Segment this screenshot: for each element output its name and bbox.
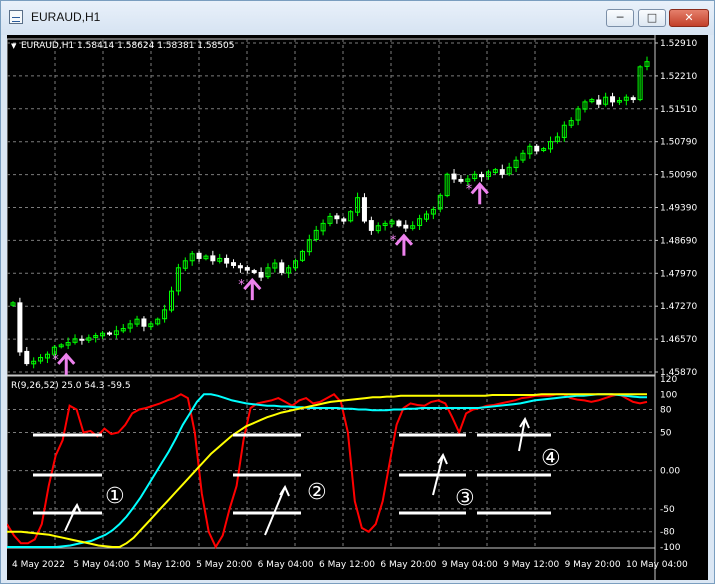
indicator-scale-label: 100	[660, 390, 677, 400]
bear-candle	[17, 302, 23, 353]
main-info: ▼ EURAUD,H1 1.58414 1.58624 1.58381 1.58…	[11, 41, 235, 51]
bear-candle	[341, 218, 347, 222]
bear-candle	[403, 224, 409, 229]
annotation-marker: ③	[455, 486, 475, 511]
indicator-scale-label: 80	[660, 406, 672, 416]
bear-candle	[279, 262, 285, 273]
maximize-button[interactable]: □	[638, 9, 666, 27]
bear-candle	[451, 173, 457, 180]
bear-candle	[596, 99, 602, 105]
indicator-scale-label: 120	[660, 375, 677, 385]
bear-candle	[258, 271, 264, 278]
signal-arrows: * * * *	[52, 182, 489, 375]
price-label: 1.50790	[660, 138, 697, 148]
time-label: 5 May 12:00	[135, 560, 191, 570]
indicator-scale-label: -50	[660, 505, 675, 515]
price-label: 1.52910	[660, 39, 697, 49]
price-label: 1.46570	[660, 335, 697, 345]
time-label: 9 May 04:00	[442, 560, 498, 570]
time-label: 5 May 04:00	[73, 560, 129, 570]
price-label: 1.48690	[660, 236, 697, 246]
indicator-scale-label: 50	[660, 428, 672, 438]
indicator-info: R(9,26,52) 25.0 54.3 -59.5	[11, 381, 131, 391]
bear-candle	[196, 252, 202, 259]
bear-candle	[24, 350, 30, 365]
time-label: 4 May 2022	[12, 560, 65, 570]
annotation-marker: ④	[541, 446, 561, 471]
title-bar[interactable]: EURAUD,H1 ─ □ ✕	[1, 1, 714, 35]
candles	[10, 56, 650, 369]
signal-star-icon: *	[238, 278, 245, 293]
signal-star-icon: *	[52, 353, 59, 368]
bear-candle	[458, 178, 464, 182]
time-label: 6 May 12:00	[319, 560, 375, 570]
indicator-scale-label: -80	[660, 528, 675, 538]
minimize-button[interactable]: ─	[606, 9, 634, 27]
bear-candle	[499, 169, 505, 175]
time-label: 6 May 20:00	[380, 560, 436, 570]
bear-candle	[141, 318, 147, 327]
bear-candle	[237, 265, 243, 269]
bear-candle	[534, 145, 540, 152]
price-label: 1.50090	[660, 171, 697, 181]
bear-candle	[368, 220, 374, 231]
time-axis: 4 May 2022 5 May 04:00 5 May 12:00 5 May 20…	[12, 560, 688, 570]
collapse-triangle-icon[interactable]: ▼	[11, 42, 17, 50]
bear-candle	[231, 262, 237, 266]
bear-candle	[106, 332, 112, 335]
bear-candle	[630, 97, 636, 101]
price-axis: 1.52910 1.52210 1.51510 1.50790 1.50090 1.493…	[655, 39, 697, 378]
price-label: 1.49390	[660, 204, 697, 214]
indicator-axis: 120 100 80 50 0.00 -50 -80 -100	[660, 375, 681, 553]
price-label: 1.47270	[660, 302, 697, 312]
indicator-scale-label: -100	[660, 543, 681, 553]
time-label: 9 May 20:00	[565, 560, 621, 570]
price-label: 1.51510	[660, 105, 697, 115]
time-label: 6 May 04:00	[258, 560, 314, 570]
annotation-marker: ②	[307, 480, 327, 505]
bear-candle	[361, 197, 367, 222]
time-label: 10 May 04:00	[626, 560, 688, 570]
annotations: ① ② ③ ④	[33, 416, 561, 536]
bear-candle	[210, 255, 216, 262]
annotation-arrowhead	[279, 484, 290, 497]
chart-canvas[interactable]: * * * * ① ② ③ ④ ▼ EURAUD,H1 1.58414 1.58624 1.…	[7, 35, 708, 580]
bear-candle	[251, 270, 257, 273]
time-label: 9 May 12:00	[503, 560, 559, 570]
bear-candle	[224, 257, 230, 264]
price-label: 1.52210	[660, 72, 697, 82]
signal-star-icon: *	[390, 234, 397, 249]
bear-candle	[334, 215, 340, 220]
chart-window-icon	[9, 10, 23, 24]
bear-candle	[479, 174, 485, 178]
price-label: 1.47970	[660, 269, 697, 279]
bear-candle	[396, 220, 402, 227]
annotation-arrow	[264, 486, 286, 536]
chart-window: EURAUD,H1 ─ □ ✕ * * * * ① ② ③ ④ ▼ EURAUD,H1 1.…	[0, 0, 715, 584]
close-button[interactable]: ✕	[669, 9, 709, 27]
bear-candle	[79, 338, 85, 341]
chart-area[interactable]: * * * * ① ② ③ ④ ▼ EURAUD,H1 1.58414 1.58624 1.…	[7, 35, 708, 580]
indicator-scale-label: 0.00	[660, 467, 680, 477]
signal-star-icon: *	[466, 182, 473, 197]
window-title: EURAUD,H1	[31, 10, 101, 24]
annotation-marker: ①	[105, 484, 125, 509]
time-label: 5 May 20:00	[196, 560, 252, 570]
symbol-info: EURAUD,H1 1.58414 1.58624 1.58381 1.5850…	[21, 41, 235, 51]
bear-candle	[610, 96, 616, 103]
bear-candle	[244, 267, 250, 271]
